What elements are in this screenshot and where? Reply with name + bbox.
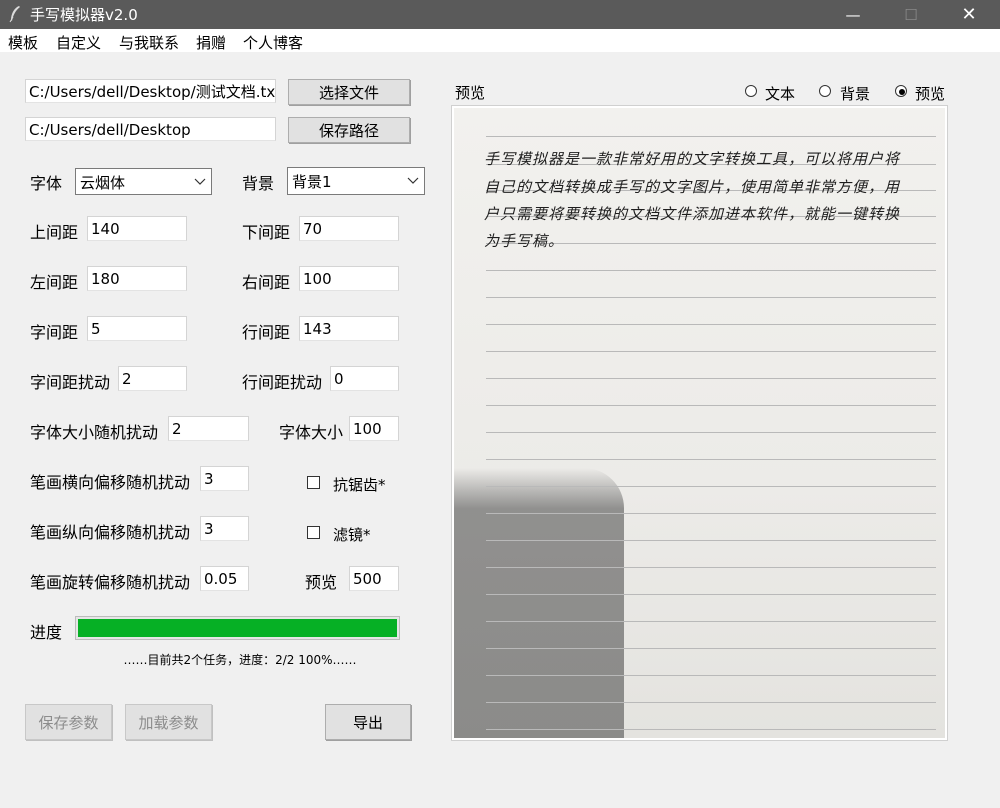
bottom-margin-input[interactable]: 70 [299,216,399,241]
close-icon: ✕ [961,4,977,25]
minimize-button[interactable]: — [830,0,876,29]
background-label: 背景 [242,174,275,193]
handwriting-line: 户只需要将要转换的文档文件添加进本软件，就能一键转换 [484,205,901,223]
progress-label: 进度 [30,623,63,642]
char-spacing-jitter-label: 字间距扰动 [30,373,111,392]
font-select[interactable]: 云烟体 [75,168,212,195]
top-margin-label: 上间距 [30,223,79,242]
close-button[interactable]: ✕ [946,0,992,29]
handwriting-line: 手写模拟器是一款非常好用的文字转换工具，可以将用户将 [484,150,901,168]
stroke-h-jitter-input[interactable]: 3 [200,466,249,491]
select-file-label: 选择文件 [318,83,379,102]
save-params-label: 保存参数 [38,713,99,732]
menu-item-blog[interactable]: 个人博客 [243,32,303,53]
radio-background[interactable] [819,85,831,97]
preview-panel-label: 预览 [455,84,486,102]
minimize-icon: — [845,5,861,24]
bottom-margin-label: 下间距 [242,223,291,242]
menu-item-contact[interactable]: 与我联系 [119,32,179,53]
char-spacing-label: 字间距 [30,323,79,342]
select-file-button[interactable]: 选择文件 [288,79,410,105]
chevron-down-icon [194,178,206,185]
font-label: 字体 [30,174,63,193]
preview-size-label: 预览 [305,573,338,592]
line-spacing-label: 行间距 [242,323,291,342]
progress-status-text: ……目前共2个任务，进度：2/2 100%…… [123,653,357,667]
handwriting-paper: 手写模拟器是一款非常好用的文字转换工具，可以将用户将 自己的文档转换成手写的文字… [454,108,945,738]
char-spacing-jitter-input[interactable]: 2 [118,366,187,391]
save-path-button[interactable]: 保存路径 [288,117,410,143]
stroke-rot-jitter-input[interactable]: 0.05 [200,566,249,591]
left-margin-label: 左间距 [30,273,79,292]
right-margin-input[interactable]: 100 [299,266,399,291]
menu-bar: 模板 自定义 与我联系 捐赠 个人博客 [0,29,1000,52]
menu-item-custom[interactable]: 自定义 [56,32,101,53]
title-bar: 手写模拟器v2.0 — ☐ ✕ [0,0,1000,29]
line-spacing-jitter-label: 行间距扰动 [242,373,323,392]
export-button[interactable]: 导出 [325,704,411,740]
save-path-label: 保存路径 [318,121,379,140]
radio-background-label: 背景 [840,85,871,103]
background-select[interactable]: 背景1 [287,167,425,195]
preview-image: 手写模拟器是一款非常好用的文字转换工具，可以将用户将 自己的文档转换成手写的文字… [451,105,948,741]
font-size-label: 字体大小 [279,423,344,442]
font-size-jitter-input[interactable]: 2 [168,416,249,441]
line-spacing-jitter-input[interactable]: 0 [330,366,399,391]
stroke-v-jitter-label: 笔画纵向偏移随机扰动 [30,523,191,542]
stroke-v-jitter-input[interactable]: 3 [200,516,249,541]
radio-preview[interactable] [895,85,907,97]
feather-icon [9,6,20,23]
font-size-input[interactable]: 100 [349,416,399,441]
handwriting-line: 为手写稿。 [484,232,565,250]
load-params-button[interactable]: 加载参数 [125,704,212,740]
handwriting-line: 自己的文档转换成手写的文字图片，使用简单非常方便，用 [484,178,901,196]
right-margin-label: 右间距 [242,273,291,292]
progress-fill [78,619,397,637]
export-label: 导出 [352,713,383,732]
line-spacing-input[interactable]: 143 [299,316,399,341]
filter-checkbox[interactable] [307,526,320,539]
input-file-path[interactable]: C:/Users/dell/Desktop/测试文档.txt [25,79,276,103]
menu-item-template[interactable]: 模板 [8,32,38,53]
radio-preview-label: 预览 [915,85,946,103]
font-select-value: 云烟体 [80,174,126,192]
char-spacing-input[interactable]: 5 [87,316,187,341]
save-params-button[interactable]: 保存参数 [25,704,112,740]
antialias-label: 抗锯齿* [333,476,386,494]
window-title: 手写模拟器v2.0 [30,6,138,24]
maximize-button[interactable]: ☐ [888,0,934,29]
menu-item-donate[interactable]: 捐赠 [196,32,226,53]
stroke-h-jitter-label: 笔画横向偏移随机扰动 [30,473,191,492]
filter-label: 滤镜* [333,526,371,544]
stroke-rot-jitter-label: 笔画旋转偏移随机扰动 [30,573,191,592]
load-params-label: 加载参数 [138,713,199,732]
background-select-value: 背景1 [292,173,332,191]
radio-text-label: 文本 [765,85,796,103]
radio-selected-dot [899,89,905,95]
preview-size-input[interactable]: 500 [349,566,399,591]
progress-bar [75,616,400,640]
chevron-down-icon [407,177,419,184]
maximize-icon: ☐ [904,5,918,24]
antialias-checkbox[interactable] [307,476,320,489]
radio-text[interactable] [745,85,757,97]
paper-shadow [454,468,624,738]
font-size-jitter-label: 字体大小随机扰动 [30,423,159,442]
top-margin-input[interactable]: 140 [87,216,187,241]
output-path-field[interactable]: C:/Users/dell/Desktop [25,117,276,141]
left-margin-input[interactable]: 180 [87,266,187,291]
